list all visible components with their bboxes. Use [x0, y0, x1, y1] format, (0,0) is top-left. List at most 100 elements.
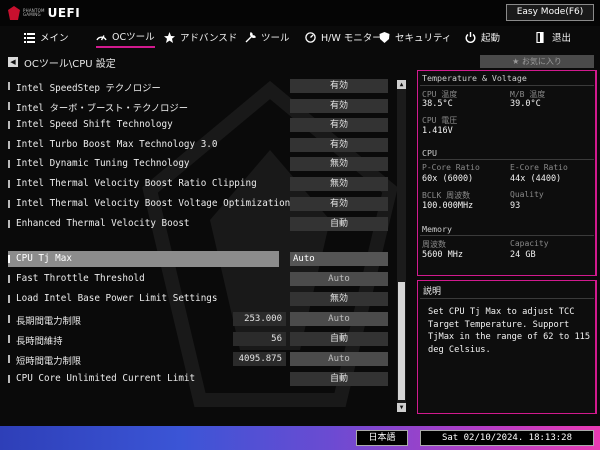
tab-advanced[interactable]: アドバンスド — [164, 26, 237, 48]
tab-advanced-label: アドバンスド — [180, 33, 238, 44]
setting-value[interactable]: Auto — [290, 352, 388, 366]
tab-exit[interactable]: 退出 — [536, 26, 571, 48]
setting-label: Intel Thermal Velocity Boost Ratio Clipp… — [16, 178, 257, 189]
setting-label: Fast Throttle Threshold — [16, 273, 145, 284]
setting-label: Enhanced Thermal Velocity Boost — [16, 218, 190, 229]
power-icon — [465, 31, 476, 43]
language-button[interactable]: 日本語 — [356, 430, 408, 446]
pcore-ratio-label: P-Core Ratio — [422, 163, 480, 172]
quality-label: Quality — [510, 190, 544, 199]
hardware-monitor-panel: Temperature & Voltage CPU 温度 38.5°C M/B … — [417, 70, 597, 276]
mem-capacity-value: 24 GB — [510, 250, 536, 260]
divider — [420, 298, 594, 299]
setting-value[interactable]: 自動 — [290, 332, 388, 346]
setting-turbo-boost-max[interactable]: Intel Turbo Boost Max Technology 3.0 有効 — [8, 137, 394, 153]
row-bullet — [8, 275, 10, 283]
description-text: Set CPU Tj Max to adjust TCC Target Temp… — [428, 307, 591, 355]
setting-label: 短時間電力制限 — [16, 356, 82, 367]
tab-boot[interactable]: 起動 — [465, 26, 500, 48]
row-bullet — [8, 375, 10, 383]
cpu-volt-value: 1.416V — [422, 126, 453, 136]
breadcrumb: ◀ OCツール\CPU 設定 — [8, 55, 116, 70]
setting-long-duration-maintain[interactable]: 長時間維持 56 自動 — [8, 331, 394, 347]
setting-value[interactable]: 有効 — [290, 197, 388, 211]
tab-tools-label: ツール — [261, 33, 290, 44]
bclk-label: BCLK 周波数 — [422, 191, 471, 200]
tab-exit-label: 退出 — [552, 33, 572, 44]
setting-label: 長時間維持 — [16, 336, 63, 347]
hw-monitor-icon — [305, 31, 316, 43]
tab-hw-monitor-label: H/W モニター — [321, 33, 382, 44]
tab-main-label: メイン — [40, 33, 69, 44]
setting-cpu-tj-max[interactable]: CPU Tj Max Auto — [8, 251, 394, 267]
setting-dynamic-tuning[interactable]: Intel Dynamic Tuning Technology 無効 — [8, 156, 394, 172]
pcore-ratio-value: 60x (6000) — [422, 174, 474, 184]
setting-base-power-limit[interactable]: Load Intel Base Power Limit Settings 無効 — [8, 291, 394, 307]
row-bullet — [8, 121, 10, 129]
setting-tvb-ratio-clipping[interactable]: Intel Thermal Velocity Boost Ratio Clipp… — [8, 176, 394, 192]
setting-label: CPU Tj Max — [16, 253, 72, 264]
tab-hw-monitor[interactable]: H/W モニター — [305, 26, 382, 48]
setting-value[interactable]: 有効 — [290, 138, 388, 152]
setting-value[interactable]: 自動 — [290, 372, 388, 386]
setting-label: Intel Thermal Velocity Boost Voltage Opt… — [16, 198, 296, 209]
setting-value[interactable]: 無効 — [290, 177, 388, 191]
shield-icon — [379, 31, 390, 43]
setting-value[interactable]: 有効 — [290, 99, 388, 113]
tab-tools[interactable]: ツール — [245, 26, 290, 48]
bclk-value: 100.000MHz — [422, 201, 474, 211]
tab-oc-tweaker-label: OCツール — [112, 32, 155, 43]
top-bar: PHANTOM GAMING UEFI Easy Mode(F6) — [0, 0, 600, 26]
mb-temp-value: 39.0°C — [510, 99, 541, 109]
ecore-ratio-value: 44x (4400) — [510, 174, 562, 184]
tab-security[interactable]: セキュリティ — [379, 26, 451, 48]
tab-main[interactable]: メイン — [24, 26, 69, 48]
logo-text-uefi: UEFI — [47, 6, 81, 20]
setting-value[interactable]: 無効 — [290, 292, 388, 306]
temp-voltage-title: Temperature & Voltage — [422, 73, 527, 83]
setting-value[interactable]: Auto — [290, 272, 388, 286]
setting-value[interactable]: 有効 — [290, 118, 388, 132]
setting-value[interactable]: Auto — [290, 312, 388, 326]
setting-label: Intel Turbo Boost Max Technology 3.0 — [16, 139, 218, 150]
setting-label: Intel ターボ・ブースト・テクノロジー — [16, 103, 189, 114]
setting-enhanced-tvb[interactable]: Enhanced Thermal Velocity Boost 自動 — [8, 216, 394, 232]
easy-mode-button[interactable]: Easy Mode(F6) — [506, 4, 594, 21]
scroll-up-arrow-icon[interactable]: ▲ — [397, 80, 406, 89]
favorite-button[interactable]: ★ お気に入り — [480, 55, 594, 68]
scroll-down-arrow-icon[interactable]: ▼ — [397, 403, 406, 412]
row-bullet — [8, 355, 10, 363]
logo-text-bottom: GAMING — [23, 12, 41, 17]
setting-value[interactable]: 有効 — [290, 79, 388, 93]
settings-list: Intel SpeedStep テクノロジー 有効 Intel ターボ・ブースト… — [8, 74, 398, 414]
setting-long-duration-power[interactable]: 長期間電力制限 253.000 Auto — [8, 311, 394, 327]
scrollbar-thumb[interactable] — [398, 282, 405, 400]
mem-capacity-label: Capacity — [510, 239, 549, 248]
setting-label: 長期間電力制限 — [16, 316, 82, 327]
setting-value[interactable]: 自動 — [290, 217, 388, 231]
setting-speedstep[interactable]: Intel SpeedStep テクノロジー 有効 — [8, 78, 394, 94]
divider — [420, 159, 594, 160]
description-panel: 説明 Set CPU Tj Max to adjust TCC Target T… — [417, 280, 597, 414]
tab-oc-tweaker[interactable]: OCツール — [96, 26, 155, 48]
main-nav: メイン OCツール アドバンスド ツール H/W モニター セキュリティ 起動 … — [0, 26, 600, 48]
row-bullet — [8, 102, 10, 110]
setting-tvb-voltage-opt[interactable]: Intel Thermal Velocity Boost Voltage Opt… — [8, 196, 394, 212]
cpu-temp-value: 38.5°C — [422, 99, 453, 109]
setting-fast-throttle[interactable]: Fast Throttle Threshold Auto — [8, 271, 394, 287]
divider — [420, 235, 594, 236]
exit-icon — [536, 31, 544, 43]
setting-value[interactable]: Auto — [290, 252, 388, 266]
setting-speed-shift[interactable]: Intel Speed Shift Technology 有効 — [8, 117, 394, 133]
setting-core-current-limit[interactable]: CPU Core Unlimited Current Limit 自動 — [8, 371, 394, 387]
row-bullet — [8, 141, 10, 149]
setting-turbo-boost[interactable]: Intel ターボ・ブースト・テクノロジー 有効 — [8, 98, 394, 114]
row-bullet — [8, 255, 10, 263]
setting-label: Intel Dynamic Tuning Technology — [16, 158, 190, 169]
setting-short-duration-power[interactable]: 短時間電力制限 4095.875 Auto — [8, 351, 394, 367]
back-arrow-icon[interactable]: ◀ — [8, 57, 18, 67]
setting-number: 253.000 — [233, 312, 286, 326]
row-bullet — [8, 315, 10, 323]
oc-tweaker-icon — [96, 34, 107, 40]
setting-value[interactable]: 無効 — [290, 157, 388, 171]
